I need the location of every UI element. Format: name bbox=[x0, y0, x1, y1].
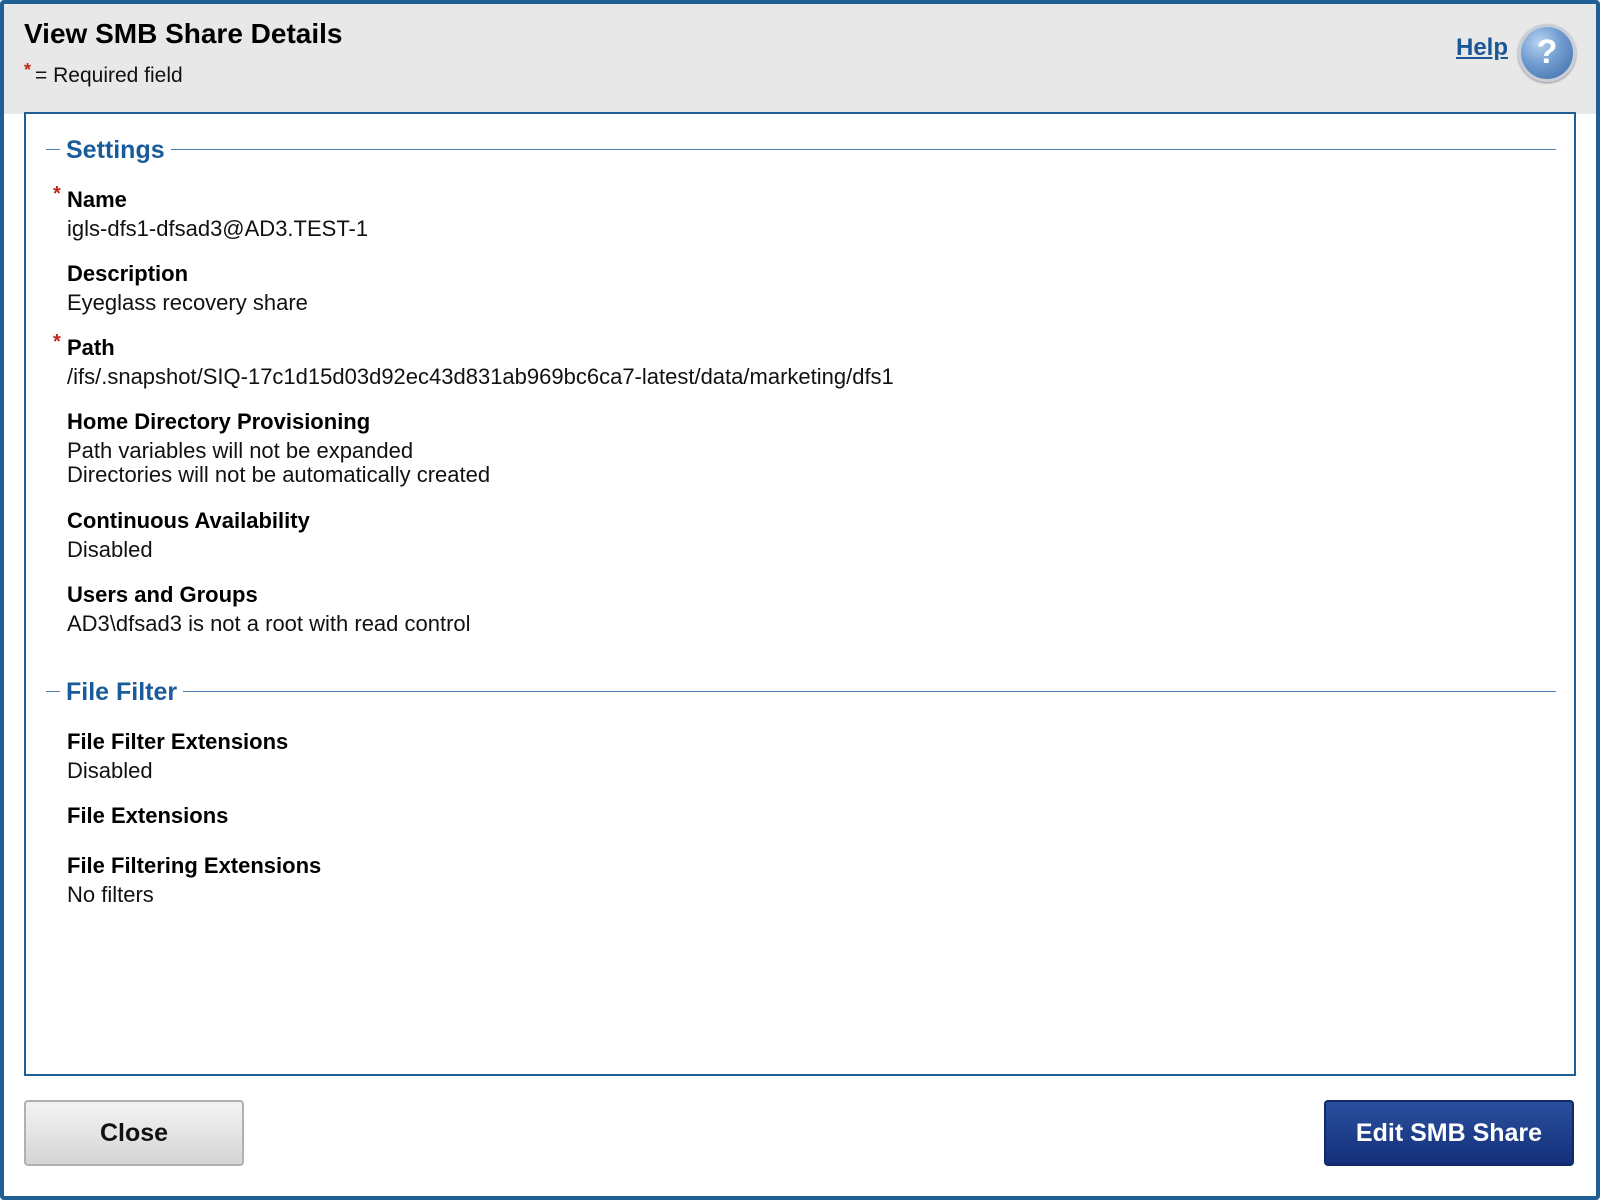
continuous-availability-field: Continuous Availability Disabled bbox=[67, 507, 310, 562]
file-filter-legend: File Filter bbox=[60, 677, 184, 707]
users-and-groups-field: Users and Groups AD3\dfsad3 is not a roo… bbox=[67, 581, 471, 636]
details-panel: Settings * Name igls-dfs1-dfsad3@AD3.TES… bbox=[24, 112, 1576, 1076]
file-filter-section-header: File Filter bbox=[46, 677, 1556, 707]
continuous-availability-label: Continuous Availability bbox=[67, 508, 310, 533]
settings-divider bbox=[46, 149, 1556, 150]
home-directory-provisioning-label: Home Directory Provisioning bbox=[67, 409, 371, 434]
file-extensions-field: File Extensions bbox=[67, 802, 228, 833]
file-filtering-extensions-field: File Filtering Extensions No filters bbox=[67, 852, 321, 907]
description-value: Eyeglass recovery share bbox=[67, 290, 308, 315]
file-filtering-extensions-label: File Filtering Extensions bbox=[67, 853, 322, 878]
required-asterisk: * bbox=[24, 60, 32, 80]
path-value: /ifs/.snapshot/SIQ-17c1d15d03d92ec43d831… bbox=[67, 364, 894, 389]
file-filter-extensions-label: File Filter Extensions bbox=[67, 729, 289, 754]
users-and-groups-value: AD3\dfsad3 is not a root with read contr… bbox=[67, 611, 471, 636]
help-link[interactable]: Help bbox=[1456, 34, 1508, 62]
home-directory-line-2: Directories will not be automatically cr… bbox=[67, 462, 491, 487]
path-label-row: * Path bbox=[53, 331, 894, 362]
continuous-availability-value: Disabled bbox=[67, 537, 153, 562]
file-filter-divider bbox=[46, 691, 1556, 692]
name-value: igls-dfs1-dfsad3@AD3.TEST-1 bbox=[67, 216, 369, 241]
edit-smb-share-button[interactable]: Edit SMB Share bbox=[1324, 1100, 1574, 1166]
close-button[interactable]: Close bbox=[24, 1100, 244, 1166]
file-filtering-extensions-value: No filters bbox=[67, 882, 154, 907]
settings-section-header: Settings bbox=[46, 135, 1556, 165]
required-field-note: * = Required field bbox=[24, 60, 183, 88]
question-mark-icon[interactable]: ? bbox=[1518, 24, 1576, 82]
description-label: Description bbox=[67, 261, 189, 286]
users-and-groups-label: Users and Groups bbox=[67, 582, 258, 607]
file-filter-extensions-field: File Filter Extensions Disabled bbox=[67, 728, 288, 783]
file-extensions-label: File Extensions bbox=[67, 803, 229, 828]
required-note-text: = Required field bbox=[35, 64, 183, 87]
home-directory-line-1: Path variables will not be expanded bbox=[67, 438, 414, 463]
home-directory-provisioning-field: Home Directory Provisioning Path variabl… bbox=[67, 408, 490, 487]
path-label: Path bbox=[67, 335, 115, 360]
required-asterisk: * bbox=[53, 183, 61, 205]
required-asterisk: * bbox=[53, 331, 61, 353]
smb-share-details-dialog: View SMB Share Details * = Required field… bbox=[0, 0, 1600, 1200]
settings-legend: Settings bbox=[60, 135, 171, 165]
path-field: * Path /ifs/.snapshot/SIQ-17c1d15d03d92e… bbox=[53, 331, 894, 389]
dialog-title: View SMB Share Details bbox=[24, 18, 343, 49]
name-field: * Name igls-dfs1-dfsad3@AD3.TEST-1 bbox=[53, 183, 369, 241]
name-label: Name bbox=[67, 187, 127, 212]
description-field: Description Eyeglass recovery share bbox=[67, 260, 308, 315]
name-label-row: * Name bbox=[53, 183, 368, 214]
file-filter-extensions-value: Disabled bbox=[67, 758, 153, 783]
dialog-header: View SMB Share Details * = Required field… bbox=[4, 4, 1596, 114]
